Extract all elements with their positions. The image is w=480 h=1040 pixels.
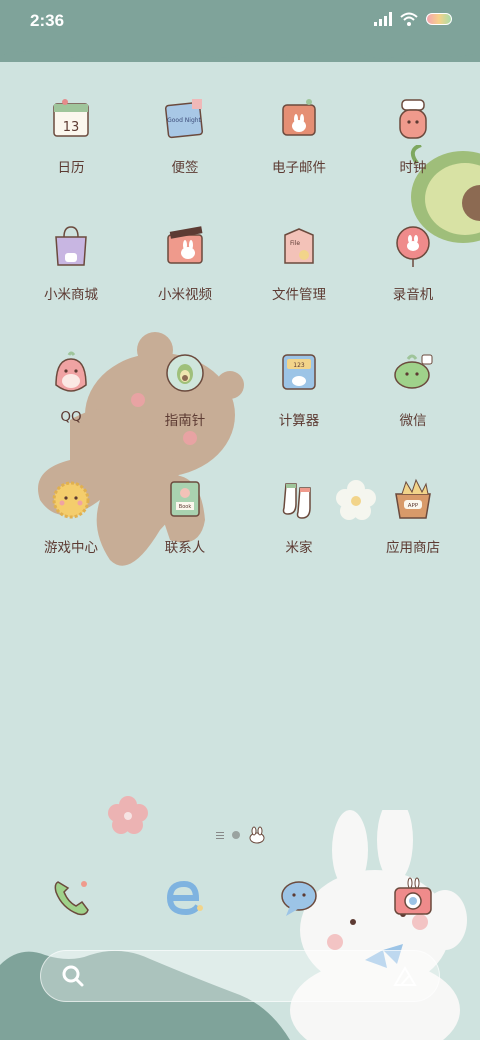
app-mijia[interactable]: 米家 [242, 472, 356, 572]
assistant-icon[interactable] [393, 965, 417, 989]
phone-icon [54, 881, 89, 916]
app-label: 录音机 [392, 287, 434, 303]
app-label: 游戏中心 [44, 540, 98, 556]
app-label: 小米视频 [158, 287, 212, 303]
app-mi-store[interactable]: 小米商城 [14, 219, 128, 319]
app-file-manager[interactable]: File 文件管理 [242, 219, 356, 319]
app-label: 米家 [285, 540, 313, 556]
app-qq[interactable]: QQ [14, 345, 128, 445]
calendar-icon: 13 [53, 99, 89, 137]
search-bar[interactable] [40, 950, 440, 1002]
dock-messages[interactable] [242, 870, 356, 926]
notes-icon: Good Night [164, 99, 204, 139]
app-contacts[interactable]: Book 联系人 [128, 472, 242, 572]
mi-store-icon [55, 226, 87, 266]
page-indicator[interactable] [216, 826, 266, 844]
app-label: 微信 [399, 413, 427, 429]
svg-text:File: File [290, 240, 300, 247]
app-label: 日历 [57, 160, 85, 176]
dock-phone[interactable] [14, 870, 128, 926]
camera-icon [394, 877, 432, 915]
wifi-icon [400, 12, 418, 26]
qq-icon [55, 351, 87, 392]
wechat-icon [394, 354, 433, 389]
calculator-icon: 123 [282, 354, 316, 390]
search-icon[interactable] [61, 964, 85, 988]
app-compass[interactable]: 指南针 [128, 345, 242, 445]
app-store[interactable]: APP 应用商店 [356, 472, 470, 572]
app-label: 应用商店 [386, 540, 440, 556]
dock-browser[interactable] [128, 870, 242, 926]
app-label: 时钟 [399, 160, 427, 176]
app-email[interactable]: 电子邮件 [242, 92, 356, 192]
app-label: 计算器 [278, 413, 320, 429]
app-wechat[interactable]: 微信 [356, 345, 470, 445]
signal-icon [374, 12, 392, 26]
app-label: QQ [60, 409, 82, 425]
mijia-icon [282, 483, 311, 519]
dock [14, 870, 470, 926]
wavy-edge [0, 40, 480, 59]
menu-lines-icon [216, 832, 224, 839]
app-recorder[interactable]: 录音机 [356, 219, 470, 319]
compass-icon [166, 354, 204, 392]
email-icon [282, 99, 316, 136]
recorder-icon [396, 226, 430, 267]
file-manager-icon: File [284, 228, 314, 264]
clock-icon [399, 99, 427, 139]
app-label: 电子邮件 [272, 160, 326, 176]
battery-icon [426, 13, 452, 25]
status-time: 2:36 [30, 11, 65, 30]
app-clock[interactable]: 时钟 [356, 92, 470, 192]
pink-flower-icon [108, 796, 148, 834]
app-calendar[interactable]: 13 日历 [14, 92, 128, 192]
contacts-icon: Book [170, 481, 200, 517]
messages-icon [281, 881, 317, 916]
app-label: 联系人 [164, 540, 206, 556]
app-label: 指南针 [164, 413, 206, 429]
app-mi-video[interactable]: 小米视频 [128, 219, 242, 319]
mi-video-icon [167, 226, 203, 264]
svg-text:Good Night: Good Night [167, 117, 201, 124]
browser-icon [166, 880, 203, 916]
app-notes[interactable]: Good Night 便签 [128, 92, 242, 192]
dock-camera[interactable] [356, 870, 470, 926]
game-center-icon [52, 481, 90, 519]
svg-text:123: 123 [293, 362, 305, 369]
page-dot [232, 831, 240, 839]
bunny-page-icon [249, 826, 265, 844]
app-label: 便签 [171, 160, 199, 176]
app-calculator[interactable]: 123 计算器 [242, 345, 356, 445]
svg-text:APP: APP [408, 503, 419, 509]
status-bar: 2:36 [0, 0, 480, 62]
app-store-icon: APP [395, 478, 431, 519]
svg-text:13: 13 [63, 120, 80, 135]
app-label: 小米商城 [44, 287, 98, 303]
app-game-center[interactable]: 游戏中心 [14, 472, 128, 572]
app-label: 文件管理 [272, 287, 326, 303]
svg-text:Book: Book [179, 504, 192, 510]
